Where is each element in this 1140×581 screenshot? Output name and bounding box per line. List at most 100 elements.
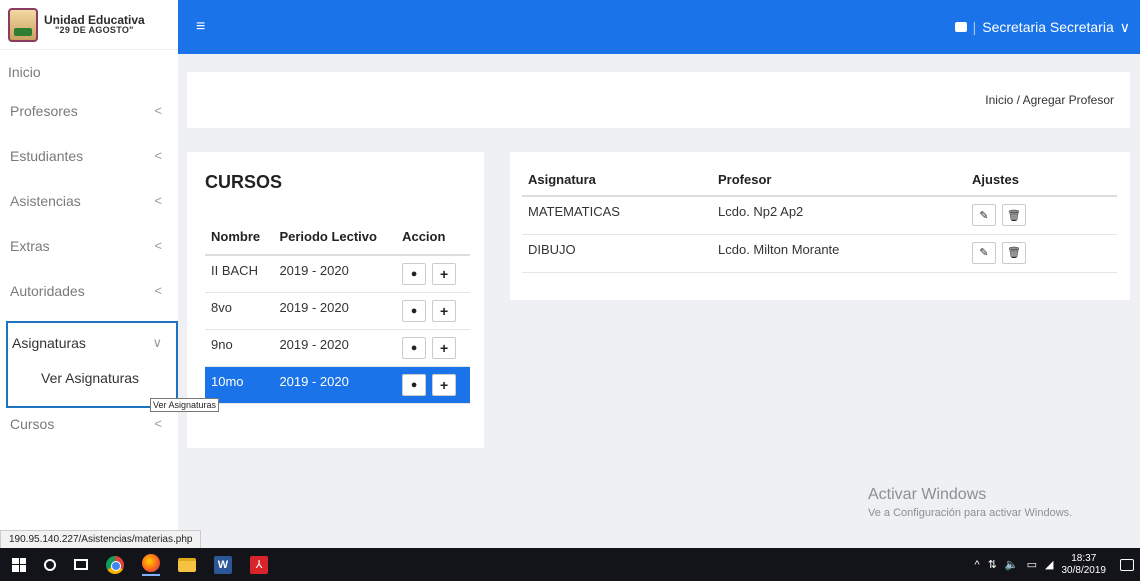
curso-nombre: 8vo xyxy=(205,292,274,330)
firefox-taskbar-slot[interactable] xyxy=(142,553,160,576)
file-explorer-icon[interactable] xyxy=(178,557,196,572)
user-icon xyxy=(954,22,967,32)
chevron-left-icon: < xyxy=(154,283,162,298)
column-header: Profesor xyxy=(712,172,966,197)
sidebar-item-autoridades[interactable]: Autoridades < xyxy=(0,268,178,313)
chevron-left-icon: < xyxy=(154,148,162,163)
sidebar-menu: Inicio Profesores < Estudiantes < Asistenc… xyxy=(0,50,178,313)
school-logo-icon xyxy=(8,7,38,42)
tray-chevron-icon[interactable]: ^ xyxy=(975,559,980,571)
chevron-left-icon: < xyxy=(154,416,162,431)
sidebar-item-label: Inicio xyxy=(8,64,41,80)
asignatura-profesor: Lcdo. Np2 Ap2 xyxy=(712,196,966,235)
asignaturas-table: Asignatura Profesor Ajustes MATEMATICAS … xyxy=(522,172,1117,273)
add-icon[interactable]: + xyxy=(432,374,457,396)
clock-date: 30/8/2019 xyxy=(1061,564,1107,576)
sidebar-item-asistencias[interactable]: Asistencias < xyxy=(0,178,178,223)
curso-periodo: 2019 - 2020 xyxy=(273,292,397,330)
edit-icon[interactable]: ✎ xyxy=(972,241,996,264)
chevron-left-icon: < xyxy=(154,103,162,118)
wifi-icon[interactable]: ◢ xyxy=(1045,558,1053,571)
sidebar-item-label: Asignaturas xyxy=(12,335,86,351)
add-icon[interactable]: + xyxy=(432,300,457,322)
sidebar: Unidad Educativa "29 DE AGOSTO" Inicio P… xyxy=(0,0,178,548)
network-icon[interactable]: ⇅ xyxy=(988,558,997,571)
asignatura-ajustes: ✎ 🗑 xyxy=(966,234,1117,273)
tooltip: Ver Asignaturas xyxy=(150,398,220,412)
view-eye-icon[interactable]: ● xyxy=(402,337,427,359)
curso-nombre: II BACH xyxy=(205,255,274,293)
curso-periodo: 2019 - 2020 xyxy=(273,366,397,404)
table-row[interactable]: 8vo 2019 - 2020 ● + xyxy=(205,292,470,330)
user-menu[interactable]: | Secretaria Secretaria ∨ xyxy=(954,18,1130,36)
asignatura-profesor: Lcdo. Milton Morante xyxy=(712,234,966,273)
column-header: Nombre xyxy=(205,229,274,256)
chevron-down-icon: ∨ xyxy=(1119,18,1130,35)
sidebar-subitem-ver-asignaturas[interactable]: Ver Asignaturas xyxy=(8,363,176,393)
brand[interactable]: Unidad Educativa "29 DE AGOSTO" xyxy=(0,0,178,50)
chrome-icon[interactable] xyxy=(106,555,124,574)
sidebar-item-extras[interactable]: Extras < xyxy=(0,223,178,268)
windows-start-icon[interactable] xyxy=(12,557,26,572)
taskbar-icons: W ⅄ xyxy=(12,553,268,576)
topbar: ≡ | Secretaria Secretaria ∨ xyxy=(178,0,1140,54)
column-header: Periodo Lectivo xyxy=(273,229,397,256)
curso-acciones: ● + xyxy=(396,366,470,404)
sidebar-item-label: Extras xyxy=(10,237,50,254)
chevron-down-icon: ∨ xyxy=(152,335,162,350)
word-icon[interactable]: W xyxy=(214,555,232,574)
table-row[interactable]: MATEMATICAS Lcdo. Np2 Ap2 ✎ 🗑 xyxy=(522,196,1117,235)
table-row[interactable]: II BACH 2019 - 2020 ● + xyxy=(205,255,470,293)
activate-subtitle: Ve a Configuración para activar Windows. xyxy=(868,507,1073,519)
hamburger-icon[interactable]: ≡ xyxy=(196,18,205,36)
table-header-row: Asignatura Profesor Ajustes xyxy=(522,172,1117,197)
firefox-icon xyxy=(142,553,160,572)
add-icon[interactable]: + xyxy=(432,337,457,359)
system-tray: ^ ⇅ 🔈 ▭ ◢ 18:37 30/8/2019 xyxy=(975,553,1134,576)
cursos-table: Nombre Periodo Lectivo Accion II BACH 20… xyxy=(205,229,470,404)
brand-subtitle: "29 DE AGOSTO" xyxy=(54,25,134,35)
sidebar-item-label: Asistencias xyxy=(10,192,81,209)
sidebar-item-profesores[interactable]: Profesores < xyxy=(0,88,178,133)
add-icon[interactable]: + xyxy=(432,263,457,285)
sidebar-item-asignaturas[interactable]: Asignaturas ∨ xyxy=(8,323,176,363)
sidebar-item-label: Cursos xyxy=(10,415,55,432)
activate-windows-watermark: Activar Windows Ve a Configuración para … xyxy=(868,486,1072,519)
curso-periodo: 2019 - 2020 xyxy=(273,255,397,293)
curso-acciones: ● + xyxy=(396,329,470,367)
table-row[interactable]: 9no 2019 - 2020 ● + xyxy=(205,329,470,367)
cursos-card: CURSOS Nombre Periodo Lectivo Accion II … xyxy=(187,152,484,448)
cursos-title: CURSOS xyxy=(205,172,283,192)
table-row[interactable]: DIBUJO Lcdo. Milton Morante ✎ 🗑 xyxy=(522,234,1117,273)
taskbar: W ⅄ ^ ⇅ 🔈 ▭ ◢ 18:37 30/8/2019 xyxy=(0,548,1140,581)
view-eye-icon[interactable]: ● xyxy=(402,263,427,285)
breadcrumb: Inicio / Agregar Profesor xyxy=(985,93,1114,107)
edit-icon[interactable]: ✎ xyxy=(972,204,996,226)
volume-icon[interactable]: 🔈 xyxy=(1005,558,1019,571)
trash-icon[interactable]: 🗑 xyxy=(1002,204,1026,226)
sidebar-item-inicio[interactable]: Inicio xyxy=(0,50,178,88)
asignatura-nombre: DIBUJO xyxy=(522,234,712,273)
view-eye-icon[interactable]: ● xyxy=(402,300,427,322)
sidebar-item-estudiantes[interactable]: Estudiantes < xyxy=(0,133,178,178)
breadcrumb-card: Inicio / Agregar Profesor xyxy=(187,72,1130,128)
view-eye-icon[interactable]: ● xyxy=(402,374,427,396)
curso-periodo: 2019 - 2020 xyxy=(273,329,397,367)
column-header: Accion xyxy=(396,229,470,256)
search-icon[interactable] xyxy=(44,558,56,571)
clock[interactable]: 18:37 30/8/2019 xyxy=(1062,553,1107,576)
notification-icon[interactable] xyxy=(1120,558,1134,571)
activate-title: Activar Windows xyxy=(868,486,987,503)
chevron-left-icon: < xyxy=(154,238,162,253)
column-header: Ajustes xyxy=(966,172,1117,197)
task-view-icon[interactable] xyxy=(74,559,88,570)
curso-nombre: 9no xyxy=(205,329,274,367)
sidebar-item-label: Estudiantes xyxy=(10,147,84,164)
sidebar-item-label: Profesores xyxy=(10,102,78,119)
separator: | xyxy=(972,19,977,35)
battery-icon[interactable]: ▭ xyxy=(1027,558,1037,571)
curso-acciones: ● + xyxy=(396,255,470,293)
table-row-selected[interactable]: 10mo 2019 - 2020 ● + xyxy=(205,366,470,404)
pdf-reader-icon[interactable]: ⅄ xyxy=(250,555,268,574)
trash-icon[interactable]: 🗑 xyxy=(1002,241,1026,264)
